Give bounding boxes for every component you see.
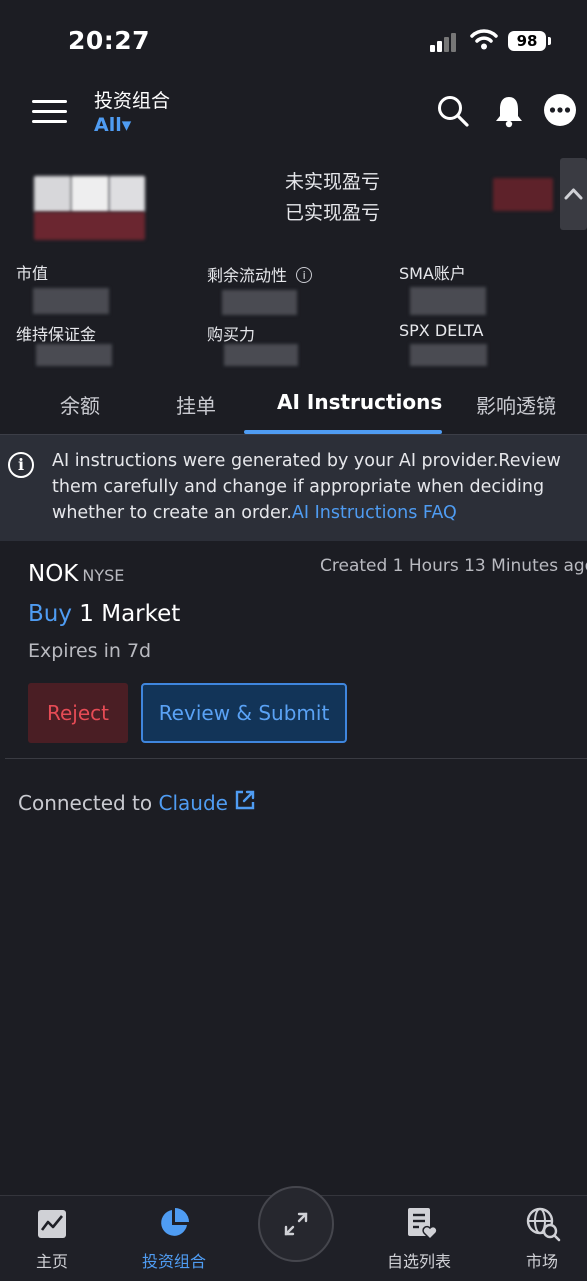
battery-tip bbox=[548, 37, 551, 45]
connected-provider: Connected to Claude bbox=[18, 789, 256, 815]
expand-button[interactable] bbox=[258, 1186, 334, 1262]
spx-delta-label: SPX DELTA bbox=[399, 321, 484, 340]
tab-ai-instructions[interactable]: AI Instructions bbox=[277, 390, 442, 414]
info-icon: i bbox=[8, 452, 34, 478]
order-expiry: Expires in 7d bbox=[28, 640, 152, 662]
claude-link[interactable]: Claude bbox=[159, 791, 228, 815]
redacted-value bbox=[34, 212, 145, 240]
buying-power-label: 购买力 bbox=[207, 325, 256, 344]
divider bbox=[5, 758, 587, 759]
created-time: Created 1 Hours 13 Minutes ago bbox=[320, 556, 587, 576]
review-submit-button[interactable]: Review & Submit bbox=[141, 683, 347, 743]
bell-icon[interactable] bbox=[492, 94, 526, 128]
order-side: Buy bbox=[28, 601, 72, 627]
nav-portfolio[interactable]: 投资组合 bbox=[124, 1248, 224, 1272]
order-detail: 1 Market bbox=[79, 601, 181, 627]
tab-impact-lens[interactable]: 影响透镜 bbox=[476, 390, 556, 419]
redacted-value bbox=[109, 176, 145, 212]
redacted-value bbox=[224, 344, 298, 366]
account-selector[interactable]: All▾ bbox=[94, 114, 131, 136]
cellular-signal-icon bbox=[430, 30, 460, 52]
realized-pl-label: 已实现盈亏 bbox=[285, 202, 381, 224]
expand-arrows-icon bbox=[284, 1212, 308, 1236]
order-description: Buy 1 Market bbox=[28, 601, 180, 627]
redacted-value bbox=[222, 290, 297, 315]
search-icon[interactable] bbox=[436, 94, 470, 128]
external-link-icon[interactable] bbox=[234, 789, 256, 811]
banner-text: AI instructions were generated by your A… bbox=[52, 448, 572, 526]
redacted-value bbox=[36, 344, 112, 366]
chart-line-icon[interactable] bbox=[36, 1208, 68, 1240]
exchange-text: NYSE bbox=[82, 566, 125, 585]
tab-orders[interactable]: 挂单 bbox=[176, 390, 216, 419]
redacted-value bbox=[33, 288, 109, 314]
watchlist-icon[interactable] bbox=[405, 1206, 439, 1240]
menu-icon[interactable] bbox=[32, 100, 67, 124]
redacted-value bbox=[493, 178, 553, 211]
pl-labels: 未实现盈亏 已实现盈亏 bbox=[285, 167, 380, 229]
nav-home[interactable]: 主页 bbox=[2, 1248, 102, 1272]
sma-account-label: SMA账户 bbox=[399, 264, 466, 283]
pie-chart-icon[interactable] bbox=[157, 1206, 191, 1240]
collapse-button[interactable] bbox=[560, 158, 587, 230]
maintenance-margin-label: 维持保证金 bbox=[16, 325, 97, 344]
symbol-text: NOK bbox=[28, 561, 79, 587]
redacted-value bbox=[34, 176, 71, 212]
unrealized-pl-label: 未实现盈亏 bbox=[285, 171, 381, 193]
page-title: 投资组合 bbox=[94, 90, 171, 112]
reject-button[interactable]: Reject bbox=[28, 683, 128, 743]
excess-liquidity-label: 剩余流动性 i bbox=[207, 262, 313, 286]
info-icon[interactable]: i bbox=[296, 267, 313, 283]
excess-liquidity-text: 剩余流动性 bbox=[207, 266, 288, 285]
redacted-value bbox=[71, 176, 109, 212]
nav-markets[interactable]: 市场 bbox=[492, 1248, 587, 1272]
battery-indicator: 98 bbox=[508, 31, 546, 51]
nav-watchlist[interactable]: 自选列表 bbox=[369, 1248, 469, 1272]
status-time: 20:27 bbox=[68, 26, 151, 55]
more-icon[interactable] bbox=[543, 93, 577, 127]
wifi-icon bbox=[470, 29, 498, 50]
market-value-label: 市值 bbox=[16, 264, 49, 283]
faq-link[interactable]: AI Instructions FAQ bbox=[292, 503, 457, 523]
chevron-up-icon bbox=[564, 188, 583, 200]
order-symbol[interactable]: NOK NYSE bbox=[28, 561, 124, 587]
globe-search-icon[interactable] bbox=[525, 1206, 561, 1242]
redacted-value bbox=[410, 287, 486, 315]
redacted-value bbox=[410, 344, 487, 366]
tab-balance[interactable]: 余额 bbox=[60, 390, 100, 419]
connected-prefix: Connected to bbox=[18, 791, 153, 815]
